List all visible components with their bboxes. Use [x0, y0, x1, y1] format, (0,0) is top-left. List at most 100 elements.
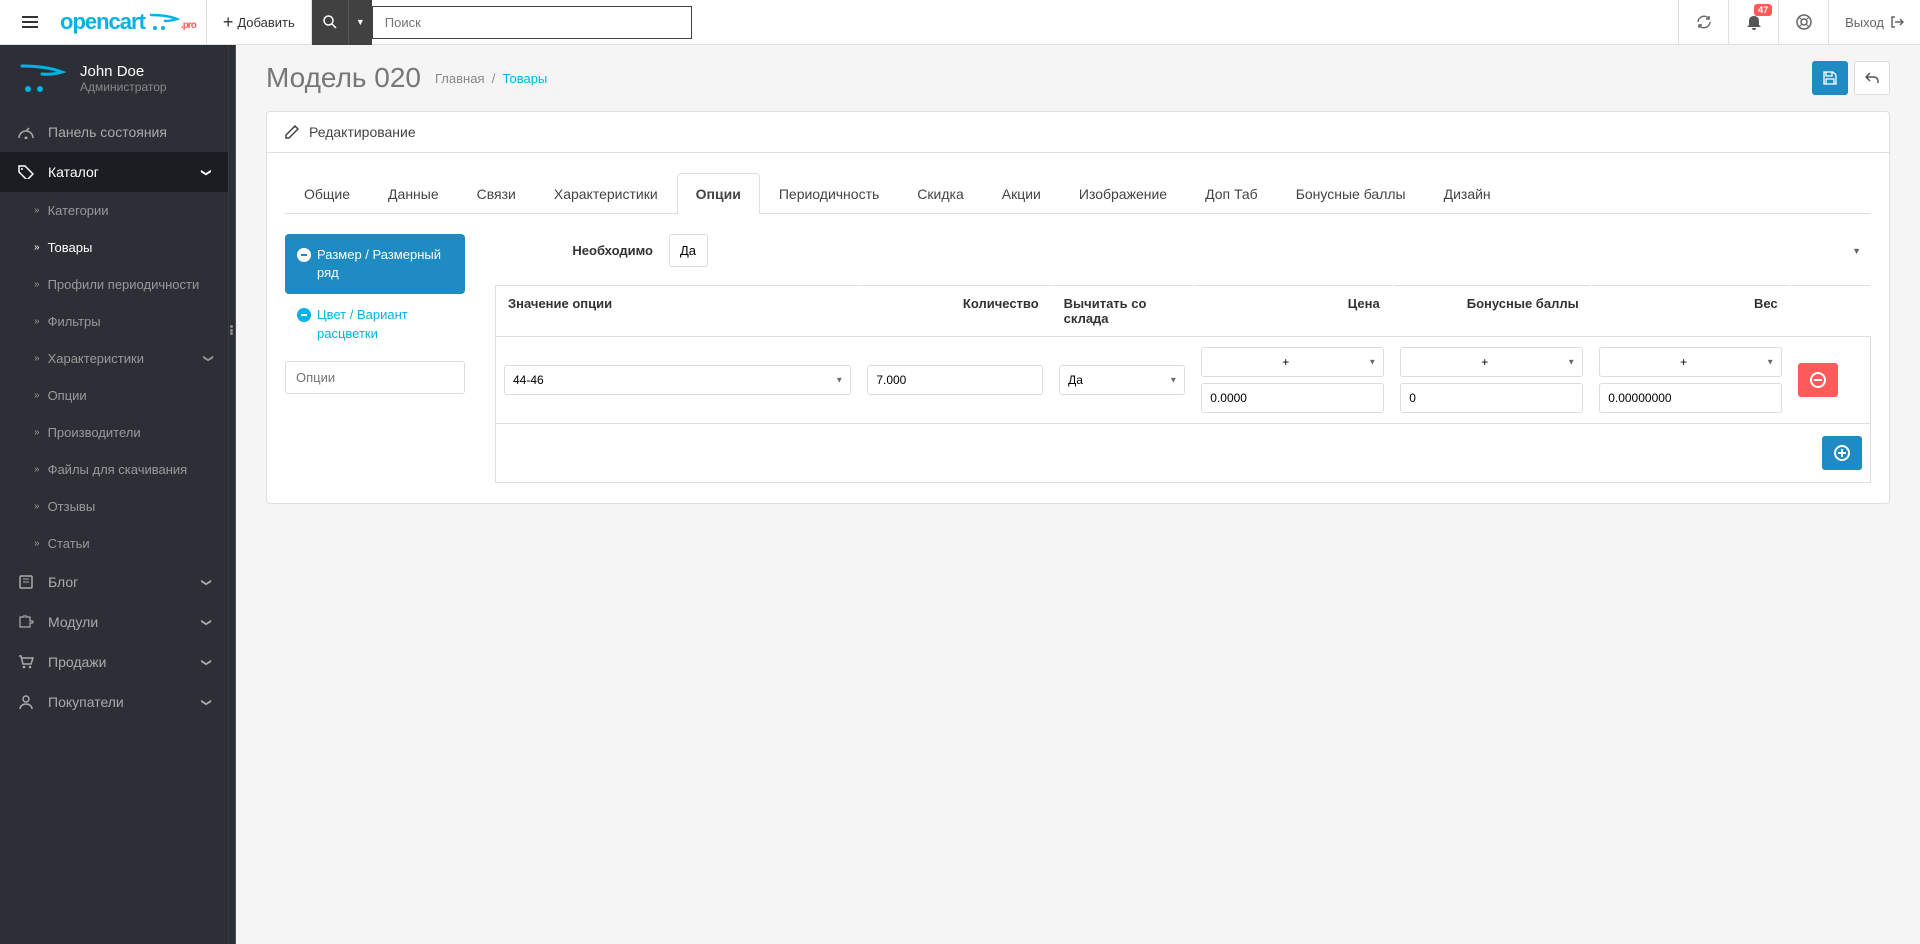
- tab-general[interactable]: Общие: [285, 173, 369, 214]
- option-value-select[interactable]: 44-46: [504, 365, 851, 395]
- required-select[interactable]: Да: [669, 234, 708, 267]
- add-button-label: Добавить: [237, 15, 294, 30]
- crumb-products[interactable]: Товары: [503, 71, 548, 86]
- search-icon: [323, 15, 337, 29]
- angle-icon: »: [34, 353, 40, 364]
- menu-toggle-button[interactable]: [0, 0, 60, 45]
- submenu-filters[interactable]: »Фильтры: [0, 303, 228, 340]
- menu-modules[interactable]: Модули ❯: [0, 602, 228, 642]
- tab-design[interactable]: Дизайн: [1425, 173, 1510, 214]
- add-row-button[interactable]: [1822, 436, 1862, 470]
- submenu-manufacturers[interactable]: »Производители: [0, 414, 228, 451]
- submenu-label: Товары: [48, 240, 93, 255]
- submenu-options[interactable]: »Опции: [0, 377, 228, 414]
- tab-reward[interactable]: Бонусные баллы: [1277, 173, 1425, 214]
- panel-header: Редактирование: [267, 112, 1889, 153]
- weight-sign-select[interactable]: +: [1599, 347, 1782, 377]
- submenu-articles[interactable]: »Статьи: [0, 525, 228, 562]
- shopping-cart-icon: [18, 655, 34, 669]
- tab-recurring[interactable]: Периодичность: [760, 173, 898, 214]
- chevron-icon: ❯: [202, 354, 213, 362]
- edit-panel: Редактирование Общие Данные Связи Характ…: [266, 111, 1890, 504]
- minus-circle-icon: [1810, 372, 1826, 388]
- profile-role: Администратор: [80, 80, 167, 94]
- tab-discount[interactable]: Скидка: [898, 173, 982, 214]
- chevron-icon: ❯: [200, 698, 211, 706]
- remove-row-button[interactable]: [1798, 363, 1838, 397]
- book-icon: [18, 575, 34, 589]
- required-label: Необходимо: [495, 243, 669, 258]
- page-header: Модель 020 Главная / Товары: [236, 45, 1920, 111]
- submenu-categories[interactable]: »Категории: [0, 192, 228, 229]
- submenu-label: Категории: [48, 203, 109, 218]
- plus-icon: +: [223, 12, 234, 33]
- help-button[interactable]: [1778, 0, 1828, 45]
- tab-attribute[interactable]: Характеристики: [535, 173, 677, 214]
- tabs: Общие Данные Связи Характеристики Опции …: [285, 173, 1871, 214]
- price-input[interactable]: [1201, 383, 1384, 413]
- tab-special[interactable]: Акции: [983, 173, 1060, 214]
- grip-icon: [230, 325, 234, 335]
- refresh-button[interactable]: [1678, 0, 1728, 45]
- search-button[interactable]: [312, 0, 348, 45]
- search-input[interactable]: [372, 6, 692, 39]
- tab-image[interactable]: Изображение: [1060, 173, 1186, 214]
- subtract-select[interactable]: Да: [1059, 365, 1185, 395]
- content-area: Модель 020 Главная / Товары Редактирован…: [236, 45, 1920, 944]
- submenu-products[interactable]: »Товары: [0, 229, 228, 266]
- hamburger-icon: [22, 16, 38, 28]
- sign-out-icon: [1890, 15, 1904, 29]
- profile-block[interactable]: John Doe Администратор: [0, 45, 228, 112]
- th-subtract: Вычитать со склада: [1051, 286, 1193, 337]
- points-input[interactable]: [1400, 383, 1583, 413]
- menu-blog[interactable]: Блог ❯: [0, 562, 228, 602]
- breadcrumb: Главная / Товары: [435, 71, 547, 86]
- save-button[interactable]: [1812, 61, 1848, 95]
- profile-name: John Doe: [80, 63, 167, 80]
- bell-icon: [1746, 14, 1762, 30]
- save-icon: [1823, 71, 1837, 85]
- menu-catalog[interactable]: Каталог ❮: [0, 152, 228, 192]
- angle-icon: »: [34, 501, 40, 512]
- tab-option[interactable]: Опции: [677, 173, 760, 214]
- option-values-table: Значение опции Количество Вычитать со ск…: [495, 285, 1871, 483]
- options-autocomplete-input[interactable]: [285, 361, 465, 394]
- user-icon: [18, 695, 34, 709]
- menu-sales[interactable]: Продажи ❯: [0, 642, 228, 682]
- menu-dashboard[interactable]: Панель состояния: [0, 112, 228, 152]
- quantity-input[interactable]: [867, 365, 1043, 395]
- angle-icon: »: [34, 316, 40, 327]
- points-sign-select[interactable]: +: [1400, 347, 1583, 377]
- tab-doptab[interactable]: Доп Таб: [1186, 173, 1277, 214]
- back-button[interactable]: [1854, 61, 1890, 95]
- price-sign-select[interactable]: +: [1201, 347, 1384, 377]
- crumb-home[interactable]: Главная: [435, 71, 484, 86]
- submenu-attributes[interactable]: »Характеристики❯: [0, 340, 228, 377]
- add-button[interactable]: +Добавить: [206, 0, 312, 45]
- menu-label: Покупатели: [48, 694, 124, 710]
- logo[interactable]: opencart .pro: [60, 9, 206, 35]
- tab-data[interactable]: Данные: [369, 173, 458, 214]
- submenu-label: Статьи: [48, 536, 90, 551]
- angle-icon: »: [34, 427, 40, 438]
- pencil-icon: [285, 125, 299, 139]
- menu-label: Каталог: [48, 164, 99, 180]
- tab-links[interactable]: Связи: [458, 173, 535, 214]
- opencart-icon: [149, 13, 181, 31]
- search-dropdown[interactable]: ▼: [348, 0, 372, 45]
- option-nav-color[interactable]: Цвет / Вариант расцветки: [285, 294, 465, 354]
- option-nav-size[interactable]: Размер / Размерный ряд: [285, 234, 465, 294]
- option-nav-label: Цвет / Вариант расцветки: [317, 306, 453, 342]
- submenu-recurring[interactable]: »Профили периодичности: [0, 266, 228, 303]
- logout-button[interactable]: Выход: [1828, 0, 1920, 45]
- submenu-label: Отзывы: [48, 499, 96, 514]
- chevron-icon: ❯: [200, 618, 211, 626]
- sidebar-resize-handle[interactable]: [228, 45, 236, 944]
- reply-icon: [1865, 72, 1879, 84]
- submenu-downloads[interactable]: »Файлы для скачивания: [0, 451, 228, 488]
- notifications-button[interactable]: 47: [1728, 0, 1778, 45]
- submenu-reviews[interactable]: » Отзывы: [0, 488, 228, 525]
- weight-input[interactable]: [1599, 383, 1782, 413]
- notification-badge: 47: [1754, 4, 1772, 16]
- menu-customers[interactable]: Покупатели ❯: [0, 682, 228, 722]
